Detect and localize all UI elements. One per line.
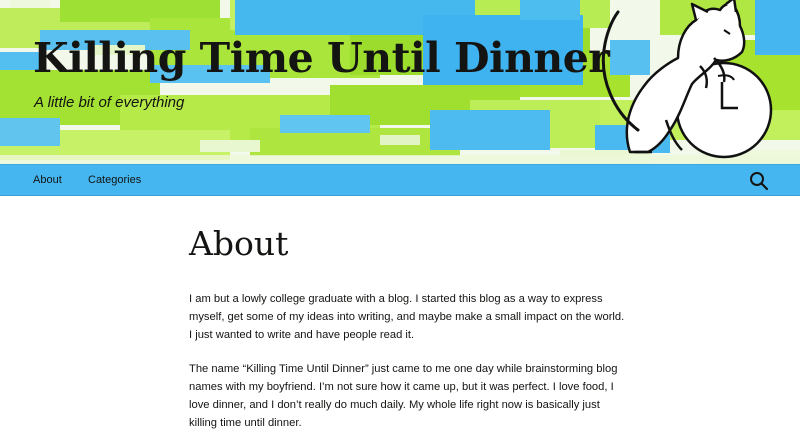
nav-item-about[interactable]: About <box>33 165 62 196</box>
paragraph: The name “Killing Time Until Dinner” jus… <box>189 363 618 429</box>
page: Killing Time Until Dinner A little bit o… <box>0 0 800 444</box>
site-header: Killing Time Until Dinner A little bit o… <box>0 0 800 164</box>
main-navigation: About Categories <box>0 164 800 196</box>
search-icon <box>750 172 769 191</box>
search-button[interactable] <box>748 171 770 191</box>
paragraph: I am but a lowly college graduate with a… <box>189 293 625 341</box>
page-title: About <box>189 224 289 263</box>
nav-item-categories[interactable]: Categories <box>88 165 141 196</box>
site-tagline: A little bit of everything <box>34 94 185 111</box>
cat-clock-illustration <box>601 0 773 159</box>
site-title-link[interactable]: Killing Time Until Dinner <box>33 38 610 79</box>
